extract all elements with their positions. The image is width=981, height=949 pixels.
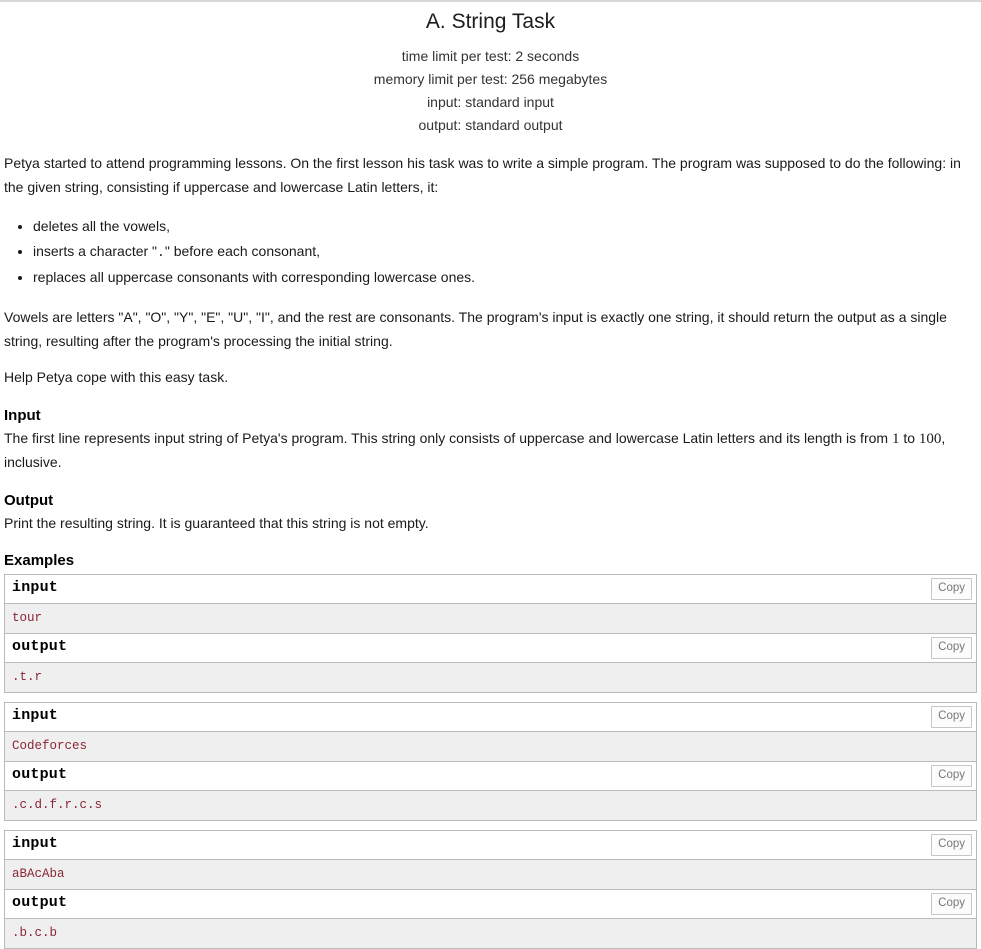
sample-test-2: input Copy Codeforces output Copy .c.d.f… [4, 702, 977, 821]
input-text-before: The first line represents input string o… [4, 429, 892, 446]
rule-text: inserts a character " [33, 243, 158, 259]
list-item: inserts a character "." before each cons… [33, 239, 977, 265]
input-text-mid: to [899, 429, 919, 446]
list-item: replaces all uppercase consonants with c… [33, 265, 977, 290]
output-label: output [12, 894, 68, 911]
list-item: deletes all the vowels, [33, 214, 977, 239]
output-sample-text[interactable]: .b.c.b [5, 919, 976, 949]
output-source-line: output: standard output [418, 117, 563, 133]
copy-output-button[interactable]: Copy [931, 765, 972, 787]
copy-input-button[interactable]: Copy [931, 706, 972, 728]
input-sample-text[interactable]: aBAcAba [5, 860, 976, 890]
vowels-paragraph: Vowels are letters "A", "O", "Y", "E", "… [4, 309, 947, 349]
input-section-title: Input [4, 406, 41, 424]
input-label: input [12, 579, 59, 596]
input-label: input [12, 707, 59, 724]
input-label: input [12, 835, 59, 852]
copy-output-button[interactable]: Copy [931, 637, 972, 659]
output-label: output [12, 766, 68, 783]
rule-text: deletes all the vowels, [33, 218, 170, 234]
output-header-row: output Copy [5, 762, 976, 791]
sample-test-1: input Copy tour output Copy .t.r [4, 574, 977, 693]
input-max-length: 100 [918, 430, 942, 447]
rule-text-tail: " before each consonant, [164, 243, 321, 259]
dot-character-code: . [157, 245, 165, 260]
output-section-text: Print the resulting string. It is guaran… [4, 514, 429, 531]
copy-input-button[interactable]: Copy [931, 578, 972, 600]
problem-statement-page: A. String Task time limit per test: 2 se… [0, 0, 981, 949]
input-header-row: input Copy [5, 831, 976, 860]
problem-statement-body: Petya started to attend programming less… [0, 152, 981, 571]
input-source-line: input: standard input [427, 94, 554, 110]
problem-header: A. String Task time limit per test: 2 se… [0, 2, 981, 137]
page-title: A. String Task [425, 10, 556, 33]
examples-section-title: Examples [4, 552, 75, 569]
input-sample-text[interactable]: tour [5, 604, 976, 634]
problem-limits: time limit per test: 2 seconds memory li… [0, 45, 981, 137]
output-header-row: output Copy [5, 634, 976, 663]
output-sample-text[interactable]: .t.r [5, 663, 976, 693]
sample-tests: input Copy tour output Copy .t.r input C… [0, 574, 981, 949]
input-header-row: input Copy [5, 575, 976, 604]
output-label: output [12, 638, 68, 655]
time-limit-line: time limit per test: 2 seconds [401, 48, 580, 64]
input-header-row: input Copy [5, 703, 976, 732]
rules-list: deletes all the vowels, inserts a charac… [4, 214, 977, 290]
output-sample-text[interactable]: .c.d.f.r.c.s [5, 791, 976, 821]
input-section-text: The first line represents input string o… [4, 427, 977, 475]
rule-text: replaces all uppercase consonants with c… [33, 269, 476, 285]
memory-limit-line: memory limit per test: 256 megabytes [373, 71, 608, 87]
input-sample-text[interactable]: Codeforces [5, 732, 976, 762]
help-paragraph: Help Petya cope with this easy task. [4, 369, 229, 385]
output-section-title: Output [4, 491, 54, 509]
copy-input-button[interactable]: Copy [931, 834, 972, 856]
copy-output-button[interactable]: Copy [931, 893, 972, 915]
output-header-row: output Copy [5, 890, 976, 919]
sample-test-3: input Copy aBAcAba output Copy .b.c.b [4, 830, 977, 949]
intro-paragraph: Petya started to attend programming less… [4, 155, 961, 195]
